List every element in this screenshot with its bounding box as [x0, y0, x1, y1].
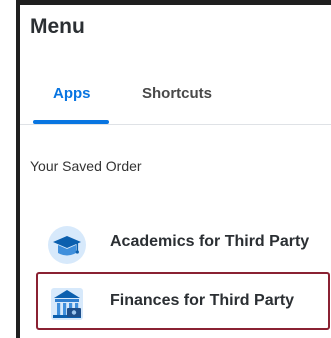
- tab-divider: [20, 124, 331, 125]
- menu-panel: Menu Apps Shortcuts Your Saved Order Aca…: [20, 5, 331, 338]
- tab-shortcuts[interactable]: Shortcuts: [142, 85, 212, 102]
- tab-apps[interactable]: Apps: [53, 85, 91, 102]
- app-window: Menu Apps Shortcuts Your Saved Order Aca…: [0, 0, 331, 338]
- saved-order-label: Your Saved Order: [30, 158, 142, 174]
- app-label-academics: Academics for Third Party: [110, 233, 310, 250]
- app-item-finances[interactable]: Finances for Third Party: [36, 272, 330, 330]
- menu-title: Menu: [30, 15, 85, 38]
- graduation-cap-icon: [48, 226, 86, 264]
- app-item-academics[interactable]: Academics for Third Party: [36, 213, 330, 271]
- app-label-finances: Finances for Third Party: [110, 292, 295, 309]
- bank-icon: [51, 288, 83, 320]
